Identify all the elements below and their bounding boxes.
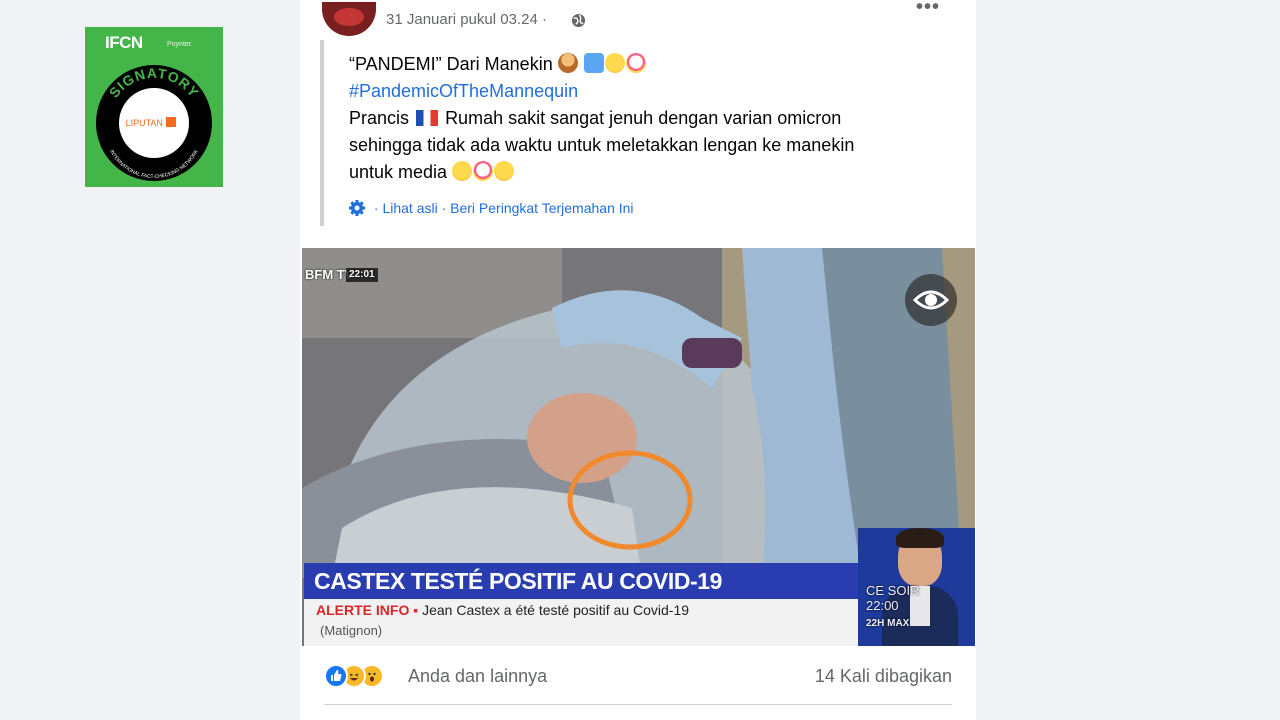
more-options-icon[interactable]: ••• bbox=[916, 0, 940, 19]
post-line-5: untuk media bbox=[349, 162, 448, 182]
like-reaction-icon[interactable] bbox=[324, 664, 348, 688]
male-sign-emoji-icon bbox=[583, 53, 604, 73]
person-emoji-icon bbox=[557, 53, 578, 73]
news-headline-banner: CASTEX TESTÉ POSITIF AU COVID-19 bbox=[304, 563, 860, 599]
rate-translation-link[interactable]: · Beri Peringkat Terjemahan Ini bbox=[442, 200, 634, 216]
poynter-text: Poynter. bbox=[167, 41, 193, 48]
alert-banner: ALERTE INFO ▪ Jean Castex a été testé po… bbox=[304, 599, 860, 646]
alert-label: ALERTE INFO bbox=[316, 602, 410, 618]
ifcn-signatory-badge: IFCN Poynter. SIGNATORY INTERNATIONAL FA… bbox=[85, 27, 223, 187]
ce-soir-label: CE SOIR bbox=[866, 583, 920, 598]
news-headline: CASTEX TESTÉ POSITIF AU COVID-19 bbox=[314, 568, 723, 594]
post-line-4: sehingga tidak ada waktu untuk meletakka… bbox=[349, 135, 855, 155]
laughing-emoji-icon bbox=[452, 161, 473, 181]
post-image[interactable]: BFM TV 22:01 CASTEX TESTÉ POSITIF AU COV… bbox=[302, 248, 975, 646]
bfm-logo: BFM TV 22:01 bbox=[305, 268, 378, 282]
news-anchor-inset: CE SOIR 22:00 22H MAX bbox=[858, 528, 975, 646]
clown-emoji-icon bbox=[625, 53, 646, 73]
globe-icon[interactable] bbox=[571, 13, 586, 28]
translation-quote-bar bbox=[320, 40, 324, 226]
post-line-1: “PANDEMI” Dari Manekin bbox=[349, 54, 553, 74]
reactions-bar: Anda dan lainnya 14 Kali dibagikan bbox=[324, 664, 952, 688]
reactions-text[interactable]: Anda dan lainnya bbox=[408, 666, 547, 687]
location-text: (Matignon) bbox=[320, 623, 383, 638]
laughing-emoji-icon bbox=[494, 161, 515, 181]
post-timestamp[interactable]: 31 Januari pukul 03.24 · bbox=[386, 11, 547, 28]
post-text: “PANDEMI” Dari Manekin #PandemicOfTheMan… bbox=[349, 51, 949, 186]
liputan6-logo: LIPUTAN 6 bbox=[126, 118, 171, 128]
facebook-post-card: 31 Januari pukul 03.24 · ••• “PANDEMI” D… bbox=[300, 0, 976, 720]
ifcn-logo-text: IFCN bbox=[105, 33, 143, 52]
france-flag-icon bbox=[416, 110, 439, 126]
translation-links: · Lihat asli · Beri Peringkat Terjemahan… bbox=[348, 199, 634, 217]
ce-soir-time: 22:00 bbox=[866, 598, 899, 613]
post-line-3b: Rumah sakit sangat jenuh dengan varian o… bbox=[445, 108, 842, 128]
signatory-seal-icon: SIGNATORY INTERNATIONAL FACT-CHECKING NE… bbox=[92, 61, 216, 185]
gear-icon[interactable] bbox=[348, 199, 366, 217]
clown-emoji-icon bbox=[473, 161, 494, 181]
eye-icon[interactable] bbox=[905, 274, 957, 326]
show-name: 22H MAX bbox=[866, 618, 910, 629]
footer-divider bbox=[324, 704, 952, 705]
broadcast-time: 22:01 bbox=[346, 268, 378, 282]
see-original-link[interactable]: · Lihat asli bbox=[374, 200, 438, 216]
hashtag-link[interactable]: #PandemicOfTheMannequin bbox=[349, 81, 578, 101]
post-line-3a: Prancis bbox=[349, 108, 410, 128]
shares-count[interactable]: 14 Kali dibagikan bbox=[815, 666, 952, 687]
laughing-emoji-icon bbox=[604, 53, 625, 73]
page-avatar[interactable] bbox=[322, 2, 376, 36]
alert-text: Jean Castex a été testé positif au Covid… bbox=[422, 602, 690, 618]
